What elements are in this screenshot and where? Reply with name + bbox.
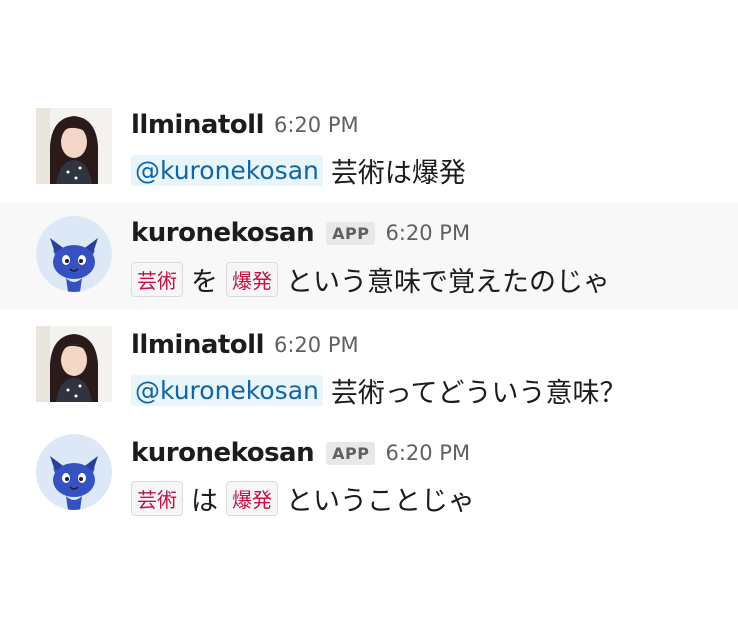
mention-chip[interactable]: @kuronekosan — [131, 154, 323, 186]
author-name[interactable]: kuronekosan — [131, 218, 315, 248]
timestamp[interactable]: 6:20 PM — [274, 333, 359, 357]
message-item: llminatoll 6:20 PM @kuronekosan 芸術は爆発 — [0, 100, 738, 200]
message-feed: llminatoll 6:20 PM @kuronekosan 芸術は爆発 ku… — [0, 0, 738, 620]
author-name[interactable]: llminatoll — [131, 330, 265, 360]
message-content: ということじゃ — [286, 485, 475, 517]
timestamp[interactable]: 6:20 PM — [274, 113, 359, 137]
message-text: @kuronekosan 芸術は爆発 — [131, 150, 466, 190]
user-avatar[interactable] — [36, 108, 112, 184]
inline-code: 爆発 — [226, 261, 278, 297]
message-item: kuronekosan APP 6:20 PM 芸術 は 爆発 ということじゃ — [0, 422, 738, 532]
message-text: 芸術 を 爆発 という意味で覚えたのじゃ — [131, 259, 610, 299]
message-text: 芸術 は 爆発 ということじゃ — [131, 478, 475, 518]
app-badge: APP — [326, 441, 376, 465]
timestamp[interactable]: 6:20 PM — [385, 441, 470, 465]
bot-avatar[interactable] — [36, 434, 112, 510]
message-item: kuronekosan APP 6:20 PM 芸術 を 爆発 という意味で覚え… — [0, 203, 738, 310]
message-particle: を — [191, 266, 218, 298]
inline-code: 爆発 — [226, 480, 278, 516]
message-content: という意味で覚えたのじゃ — [286, 266, 610, 298]
bot-avatar[interactable] — [36, 216, 112, 292]
app-badge: APP — [326, 221, 376, 245]
message-item: llminatoll 6:20 PM @kuronekosan 芸術ってどういう… — [0, 318, 738, 418]
mention-chip[interactable]: @kuronekosan — [131, 374, 323, 406]
inline-code: 芸術 — [131, 261, 183, 297]
author-name[interactable]: llminatoll — [131, 110, 265, 140]
author-name[interactable]: kuronekosan — [131, 438, 315, 468]
inline-code: 芸術 — [131, 480, 183, 516]
timestamp[interactable]: 6:20 PM — [385, 221, 470, 245]
message-content: 芸術は爆発 — [330, 157, 466, 189]
message-text: @kuronekosan 芸術ってどういう意味？ — [131, 370, 627, 410]
message-content: 芸術ってどういう意味？ — [330, 377, 627, 409]
user-avatar[interactable] — [36, 326, 112, 402]
message-particle: は — [191, 485, 218, 517]
